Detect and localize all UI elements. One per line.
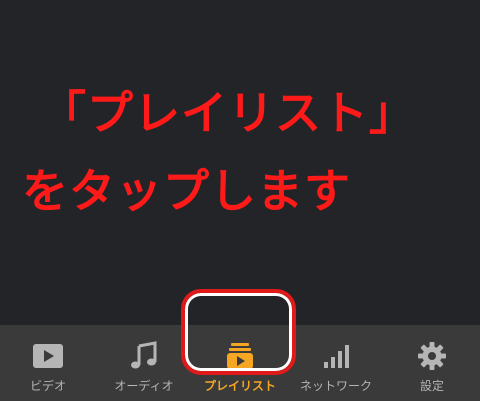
instruction-line-1: 「プレイリスト」	[40, 86, 416, 140]
signal-bars-icon	[319, 341, 353, 371]
tab-playlist-label: プレイリスト	[203, 379, 276, 393]
tab-settings[interactable]: 設定	[384, 325, 480, 401]
tab-video-label: ビデオ	[29, 379, 66, 393]
tab-audio[interactable]: オーディオ	[96, 325, 192, 401]
bottom-tab-bar: ビデオ オーディオ プレイリスト ネットワーク 設定	[0, 325, 480, 401]
gear-icon	[415, 341, 449, 371]
playlist-icon	[223, 341, 257, 371]
tab-video[interactable]: ビデオ	[0, 325, 96, 401]
instruction-line-2: をタップします	[22, 164, 351, 218]
main-content-area: 「プレイリスト」 をタップします	[0, 0, 480, 325]
music-note-icon	[127, 341, 161, 371]
tab-settings-label: 設定	[419, 379, 444, 393]
tab-playlist[interactable]: プレイリスト	[192, 325, 288, 401]
tab-audio-label: オーディオ	[114, 379, 174, 393]
tab-network[interactable]: ネットワーク	[288, 325, 384, 401]
tab-network-label: ネットワーク	[299, 379, 372, 393]
video-play-icon	[31, 341, 65, 371]
